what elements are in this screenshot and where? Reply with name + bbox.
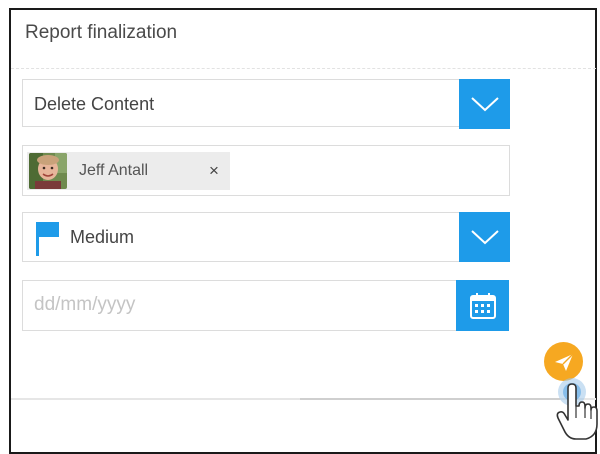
title-divider <box>11 68 596 69</box>
due-date-placeholder: dd/mm/yyyy <box>34 294 136 315</box>
calendar-icon <box>469 292 496 319</box>
priority-select[interactable]: Medium <box>22 212 510 262</box>
priority-select-value: Medium <box>70 227 135 247</box>
assignee-name: Jeff Antall <box>79 162 149 179</box>
chevron-down-icon <box>470 97 499 112</box>
action-select-value: Delete Content <box>34 94 155 114</box>
action-dropdown-button[interactable] <box>459 79 510 129</box>
remove-assignee-icon[interactable]: × <box>209 152 219 190</box>
calendar-button[interactable] <box>456 280 509 331</box>
chevron-down-icon <box>470 230 499 245</box>
priority-dropdown-button[interactable] <box>459 212 510 262</box>
due-date-input[interactable]: dd/mm/yyyy <box>22 280 458 331</box>
assignee-chip: Jeff Antall × <box>27 152 230 190</box>
paper-plane-icon <box>554 353 573 371</box>
action-select[interactable]: Delete Content <box>22 79 510 129</box>
assignee-field[interactable]: Jeff Antall × <box>22 145 510 196</box>
scrollbar[interactable] <box>300 398 560 400</box>
hand-cursor-icon <box>556 378 598 440</box>
flag-icon <box>36 222 59 256</box>
panel-title: Report finalization <box>25 22 178 43</box>
user-avatar <box>29 153 67 189</box>
